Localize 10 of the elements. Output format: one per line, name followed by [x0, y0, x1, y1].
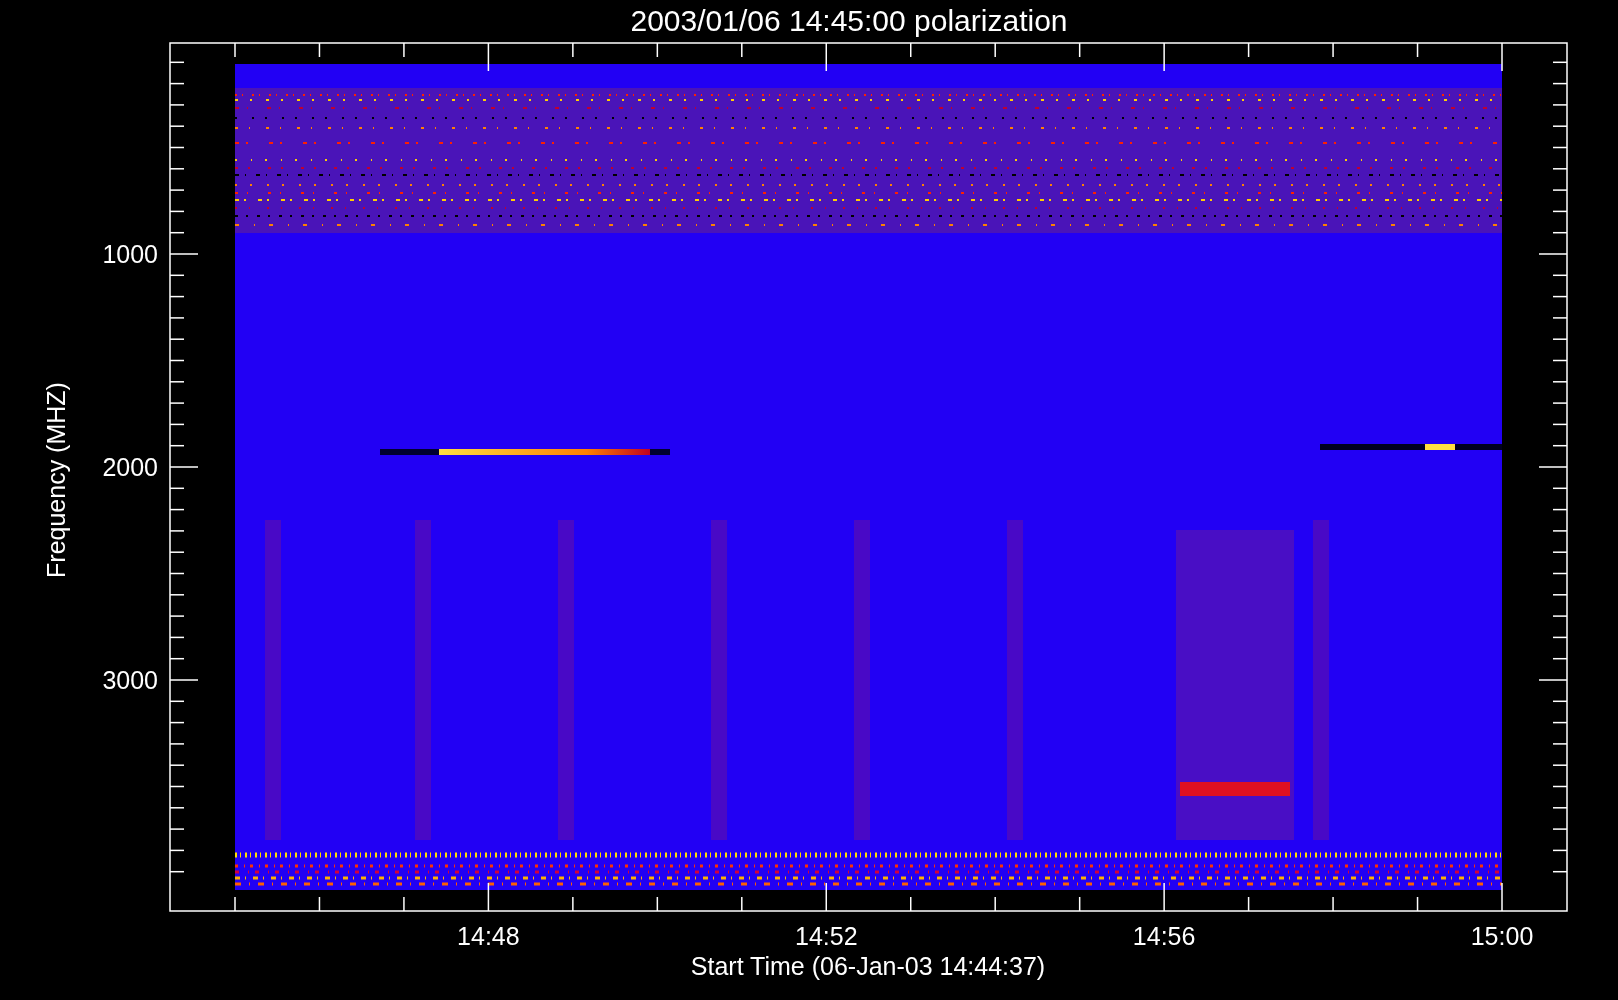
- x-tick-label: 14:48: [457, 922, 520, 950]
- x-tick-label: 14:52: [795, 922, 858, 950]
- x-tick-label: 14:56: [1132, 922, 1196, 950]
- y-tick-label: 3000: [102, 666, 158, 694]
- y-tick-label: 2000: [102, 453, 158, 481]
- x-axis-label: Start Time (06-Jan-03 14:44:37): [690, 952, 1046, 980]
- x-tick-label: 15:00: [1470, 922, 1534, 950]
- plot-title: 2003/01/06 14:45:00 polarization: [630, 4, 1068, 37]
- y-axis-label: Frequency (MHZ): [42, 382, 70, 578]
- y-tick-label: 1000: [102, 240, 158, 268]
